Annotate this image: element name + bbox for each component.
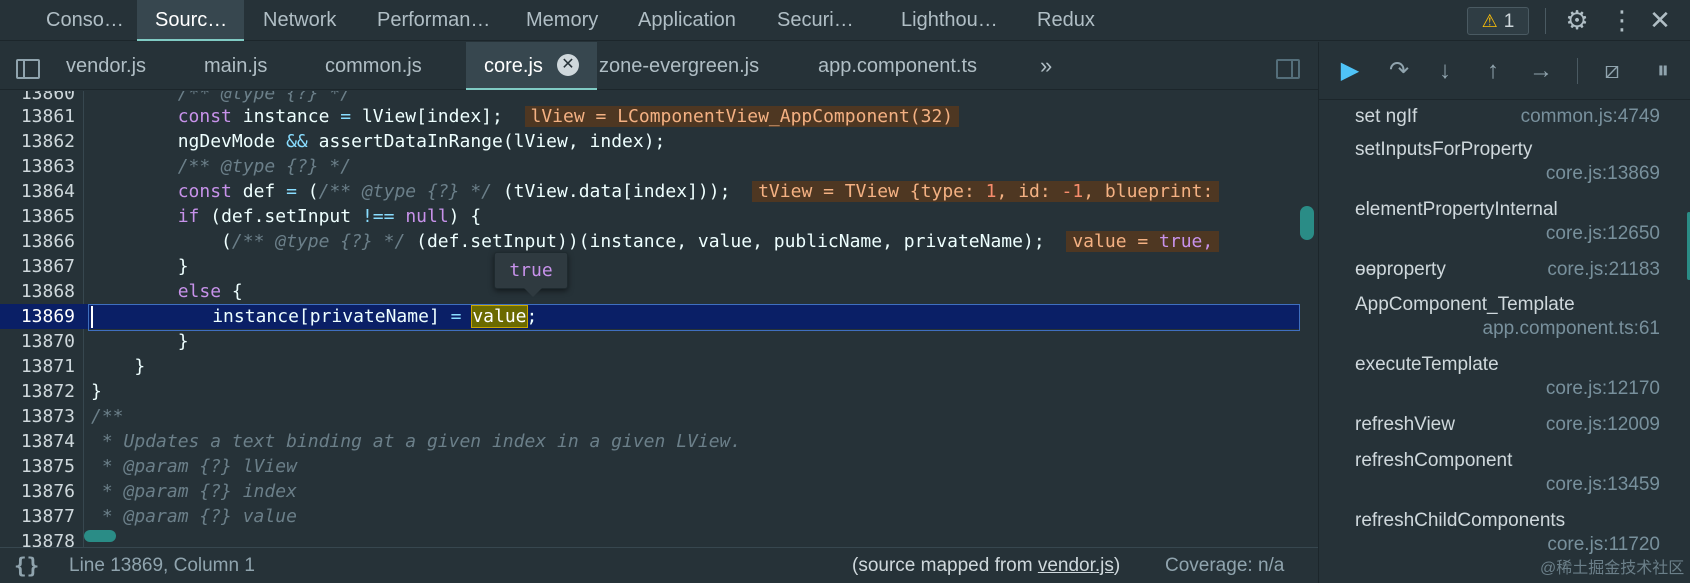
toolbar-divider [1577, 58, 1578, 84]
step-into-icon[interactable]: ↓ [1428, 54, 1462, 88]
call-frame[interactable]: elementPropertyInternal core.js:12650 [1319, 199, 1690, 259]
code-editor[interactable]: 13860 /** @type {?} */ 13861 const insta… [0, 91, 1318, 547]
call-frame[interactable]: executeTemplate core.js:12170 [1319, 354, 1690, 414]
file-tab-vendor[interactable]: vendor.js [66, 42, 146, 90]
step-out-icon[interactable]: ↑ [1476, 54, 1510, 88]
tab-console[interactable]: Conso… [46, 0, 124, 41]
debugger-toggle-icon[interactable] [1276, 59, 1300, 79]
code-line[interactable]: 13866 (/** @type {?} */ (def.setInput))(… [0, 229, 1300, 254]
pause-on-exceptions-icon[interactable]: ⏸ [1646, 54, 1680, 88]
tab-redux[interactable]: Redux [1037, 0, 1095, 41]
more-tabs-button[interactable]: » [1040, 42, 1052, 90]
tab-sources[interactable]: Sourc… [137, 0, 244, 41]
watermark: @稀土掘金技术社区 [1540, 560, 1685, 577]
execution-line[interactable]: 13869 instance[privateName] = value; [0, 304, 1300, 331]
hover-value-tooltip: true [494, 252, 568, 297]
text-caret [91, 306, 93, 328]
code-line[interactable]: 13868 else { [0, 279, 1300, 304]
file-tab-common[interactable]: common.js [325, 42, 422, 90]
source-map-link[interactable]: vendor.js [1038, 555, 1114, 576]
code-line[interactable]: 13861 const instance = lView[index]; lVi… [0, 104, 1300, 129]
cursor-position: Line 13869, Column 1 [69, 555, 255, 576]
inline-value-tview: tView = TView {type: 1, id: -1, blueprin… [752, 181, 1220, 202]
debugger-toolbar: ▶ ↷ ↓ ↑ → ⧄ ⏸ [1319, 42, 1690, 100]
file-tab-zone-evergreen[interactable]: zone-evergreen.js [599, 42, 759, 90]
horizontal-scrollbar[interactable] [84, 530, 116, 542]
hovered-token[interactable]: value [471, 305, 528, 328]
warnings-counter[interactable]: ⚠ 1 [1467, 7, 1529, 35]
code-line[interactable]: 13865 if (def.setInput !== null) { [0, 204, 1300, 229]
code-line[interactable]: 13875 * @param {?} lView [0, 454, 1300, 479]
warnings-count: 1 [1503, 11, 1515, 32]
call-frame[interactable]: ɵɵproperty core.js:21183 [1319, 259, 1690, 294]
step-icon[interactable]: → [1524, 54, 1558, 88]
vertical-scrollbar[interactable] [1300, 206, 1314, 240]
code-line[interactable]: 13871 } [0, 354, 1300, 379]
code-line[interactable]: 13864 const def = (/** @type {?} */ (tVi… [0, 179, 1300, 204]
code-line[interactable]: 13870 } [0, 329, 1300, 354]
resume-icon[interactable]: ▶ [1333, 54, 1367, 88]
gear-icon[interactable]: ⚙ [1560, 0, 1594, 41]
tab-memory[interactable]: Memory [526, 0, 598, 41]
editor-status-bar: {} Line 13869, Column 1 (source mapped f… [0, 547, 1318, 583]
inline-value-lview: lView = LComponentView_AppComponent(32) [524, 106, 960, 127]
code-line[interactable]: 13878 [0, 529, 1300, 547]
navigator-toggle-icon[interactable] [16, 59, 40, 79]
tab-security[interactable]: Securi… [777, 0, 854, 41]
code-line[interactable]: 13873/** [0, 404, 1300, 429]
pretty-print-button[interactable]: {} [14, 548, 39, 583]
code-line[interactable]: 13876 * @param {?} index [0, 479, 1300, 504]
panel-tab-bar: Conso… Sourc… Network Performan… Memory … [0, 0, 1690, 41]
step-over-icon[interactable]: ↷ [1382, 54, 1416, 88]
inline-value-value: value = true, [1066, 231, 1220, 252]
file-tab-core-label: core.js [484, 55, 543, 77]
call-frame[interactable]: refreshComponent core.js:13459 [1319, 450, 1690, 510]
code-line[interactable]: 13863 /** @type {?} */ [0, 154, 1300, 179]
warning-icon: ⚠ [1481, 11, 1498, 31]
tab-network[interactable]: Network [263, 0, 336, 41]
code-line[interactable]: 13862 ngDevMode && assertDataInRange(lVi… [0, 129, 1300, 154]
code-line[interactable]: 13872} [0, 379, 1300, 404]
tab-application[interactable]: Application [638, 0, 736, 41]
debugger-sidebar: ▶ ↷ ↓ ↑ → ⧄ ⏸ set ngIf common.js:4749 se… [1318, 42, 1690, 583]
file-tab-core[interactable]: core.js ✕ [466, 42, 597, 90]
code-line[interactable]: 13867 } [0, 254, 1300, 279]
more-options-icon[interactable]: ⋮ [1609, 0, 1635, 41]
code-line[interactable]: 13874 * Updates a text binding at a give… [0, 429, 1300, 454]
call-frame[interactable]: refreshView core.js:12009 [1319, 414, 1690, 449]
coverage-status: Coverage: n/a [1165, 555, 1285, 576]
call-frame[interactable]: AppComponent_Template app.component.ts:6… [1319, 294, 1690, 354]
call-frame[interactable]: setInputsForProperty core.js:13869 [1319, 139, 1690, 199]
tab-lighthouse[interactable]: Lighthou… [901, 0, 998, 41]
code-line[interactable]: 13877 * @param {?} value [0, 504, 1300, 529]
source-map-info: (source mapped from vendor.js) [852, 555, 1121, 576]
close-tab-icon[interactable]: ✕ [556, 53, 579, 76]
deactivate-breakpoints-icon[interactable]: ⧄ [1595, 54, 1629, 88]
editor-tab-bar: vendor.js main.js common.js core.js ✕ zon… [0, 42, 1318, 90]
file-tab-app-component[interactable]: app.component.ts [818, 42, 977, 90]
file-tab-main[interactable]: main.js [204, 42, 267, 90]
toolbar-divider [1545, 8, 1546, 34]
tab-performance[interactable]: Performan… [377, 0, 490, 41]
close-icon[interactable]: ✕ [1645, 0, 1675, 41]
